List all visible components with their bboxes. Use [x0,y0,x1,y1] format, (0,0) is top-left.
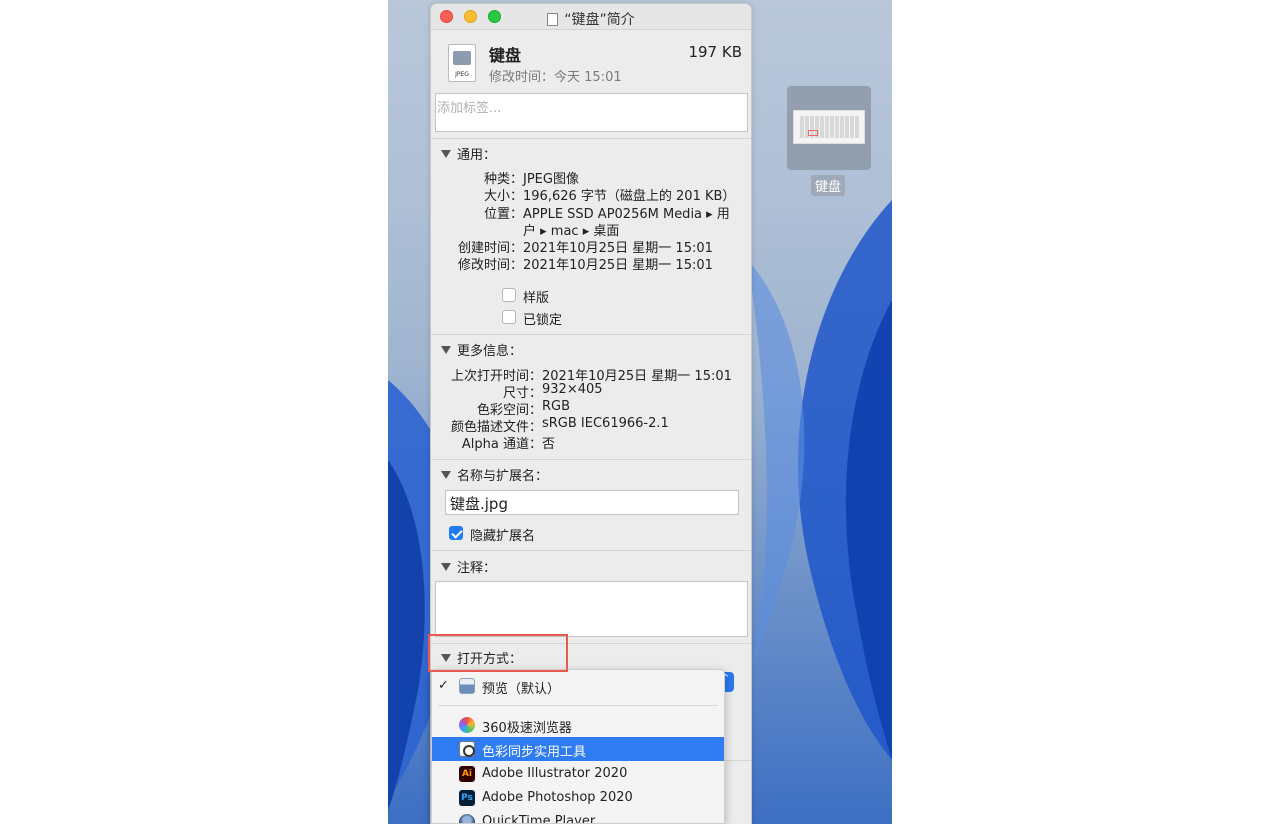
file-size: 197 KB [688,43,742,61]
menu-item-preview[interactable]: ✓ 预览（默认） [432,674,724,698]
preview-icon [459,678,475,694]
divider [431,459,751,460]
hide-extension-checkbox[interactable] [449,526,463,540]
modified-value: 今天 15:01 [554,70,622,85]
name-extension-section-header[interactable]: 名称与扩展名： [441,465,548,484]
divider [431,138,751,139]
illustrator-icon: Ai [459,766,475,782]
open-with-menu[interactable]: ✓ 预览（默认） 360极速浏览器 色彩同步实用工具 Ai Adobe Illu… [431,669,725,824]
desktop-file-label[interactable]: 键盘 [811,175,846,196]
file-name: 键盘 [489,46,522,65]
menu-item-quicktime[interactable]: QuickTime Player [432,810,724,823]
more-info-section-header[interactable]: 更多信息： [441,340,522,359]
browser-360-icon [459,717,475,733]
colorsync-icon [459,741,475,757]
disclosure-triangle-icon[interactable] [441,563,451,571]
comments-section-header[interactable]: 注释： [441,557,496,576]
menu-item-illustrator[interactable]: Ai Adobe Illustrator 2020 [432,762,724,786]
jpeg-file-icon: JPEG [448,44,476,82]
stationery-checkbox[interactable] [502,288,516,302]
tags-input[interactable]: 添加标签... [435,93,748,132]
divider [431,334,751,335]
keyboard-image-preview [793,110,865,144]
checkmark-icon: ✓ [438,678,449,693]
hide-extension-label: 隐藏扩展名 [470,529,536,544]
disclosure-triangle-icon[interactable] [441,471,451,479]
photoshop-icon: Ps [459,790,475,806]
modified-label: 修改时间： [489,70,555,85]
window-title: “键盘”简介 [431,9,751,29]
stationery-label: 样版 [523,291,550,306]
title-bar[interactable]: “键盘”简介 [431,4,751,30]
menu-separator [438,705,718,706]
locked-checkbox[interactable] [502,310,516,324]
general-section-header[interactable]: 通用： [441,144,496,163]
divider [431,550,751,551]
annotation-highlight-box [428,634,568,672]
document-icon [547,13,559,26]
quicktime-icon [459,814,475,823]
menu-item-360-browser[interactable]: 360极速浏览器 [432,713,724,737]
menu-item-photoshop[interactable]: Ps Adobe Photoshop 2020 [432,786,724,810]
disclosure-triangle-icon[interactable] [441,150,451,158]
comments-textarea[interactable] [435,581,748,637]
divider [725,760,751,761]
locked-label: 已锁定 [523,313,563,328]
desktop-file-thumbnail[interactable] [787,86,871,170]
modified-line: 修改时间：今天 15:01 [489,66,622,85]
disclosure-triangle-icon[interactable] [441,346,451,354]
menu-item-colorsync[interactable]: 色彩同步实用工具 [432,737,724,761]
filename-input[interactable]: 键盘.jpg [445,490,739,515]
